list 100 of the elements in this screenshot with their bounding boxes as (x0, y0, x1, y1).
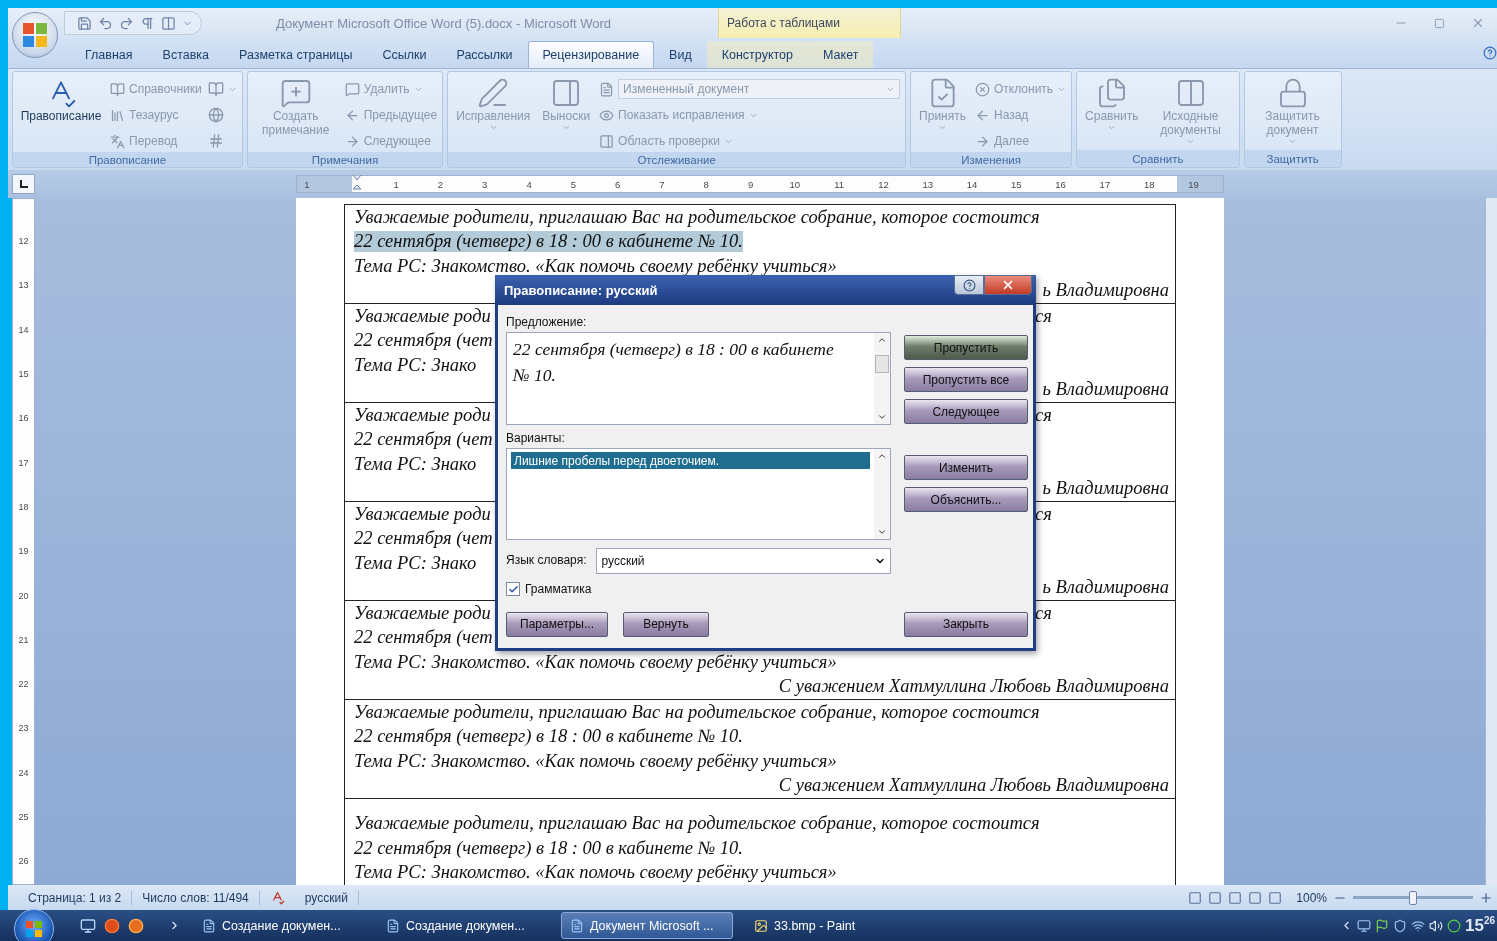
document-text: 22 сентября (чет (354, 528, 493, 550)
scroll-thumb[interactable] (875, 354, 889, 373)
zoom-percent[interactable]: 100% (1296, 890, 1327, 905)
document-text: 22 сентября (четверг) в 18 : 00 в кабинете № 10. (354, 231, 743, 253)
columns-icon[interactable] (161, 15, 176, 31)
ruler-number: 11 (833, 178, 846, 190)
ribbon-tab[interactable]: Главная (70, 41, 148, 68)
indent-marker-icon[interactable] (351, 175, 362, 191)
view-icon[interactable] (1208, 890, 1223, 905)
ruler-number: 26 (17, 855, 30, 869)
caret-icon (488, 123, 498, 132)
scrollbar[interactable] (874, 449, 890, 539)
ruler-number: 14 (17, 323, 30, 337)
dialog-button[interactable]: Пропустить (904, 335, 1028, 360)
dialog-title: Правописание: русский (504, 282, 658, 298)
dialog-button[interactable]: Закрыть (904, 611, 1028, 637)
sentence-box[interactable]: 22 сентября (четверг) в 18 : 00 в кабинете № 10. (506, 332, 891, 425)
book-icon (110, 81, 125, 97)
ruler-number: 25 (17, 811, 30, 824)
caret-icon (1186, 137, 1196, 146)
wifi-icon[interactable] (1410, 918, 1425, 933)
document-icon (599, 81, 615, 97)
volume-icon[interactable] (1428, 918, 1443, 933)
document-text: Тема РС: Знакомство. «Как помочь своему ребёнку учиться» (354, 862, 837, 884)
grammar-checkbox[interactable] (506, 582, 520, 596)
ruler-number: 7 (658, 178, 666, 190)
pilcrow-icon[interactable] (140, 15, 155, 31)
shield-icon[interactable] (1392, 918, 1407, 933)
close-icon[interactable] (1471, 16, 1485, 30)
page-count[interactable]: Страница: 1 из 2 (18, 890, 133, 905)
context-tab-group: Работа с таблицами (718, 8, 901, 38)
ribbon-tab[interactable]: Вставка (147, 41, 225, 68)
arrow-up-icon (877, 335, 887, 345)
document-text: ся (1035, 503, 1052, 525)
maximize-icon[interactable] (1434, 17, 1445, 29)
document-text: 22 сентября (четверг) в 18 : 00 в кабинете № 10. (354, 726, 743, 748)
ruler-number: 19 (17, 545, 30, 559)
dialog-button[interactable]: Параметры... (506, 611, 608, 637)
ribbon-tab[interactable]: Вид (654, 41, 707, 68)
window-title: Документ Microsoft Office Word (5).docx - Microsoft Word (276, 15, 613, 31)
view-icon[interactable] (1268, 890, 1283, 905)
ruler-number: 24 (17, 766, 30, 780)
scrollbar[interactable] (874, 333, 890, 424)
ruler-number: 13 (17, 279, 30, 293)
ribbon-tab[interactable]: Ссылки (367, 41, 442, 68)
language-indicator[interactable]: русский (294, 890, 359, 905)
close-button[interactable] (984, 275, 1032, 295)
view-icon[interactable] (1248, 890, 1263, 905)
slider-thumb[interactable] (1409, 890, 1417, 905)
dialog-button[interactable]: Пропустить все (904, 367, 1028, 392)
caret-icon (938, 123, 948, 132)
ruler-number: 2 (436, 178, 445, 190)
taskbar-button[interactable]: Создание докумен... (193, 912, 365, 939)
ribbon-button[interactable]: Правописание (18, 75, 104, 152)
ruler-number: 12 (877, 178, 890, 190)
zoom-in-icon[interactable] (1479, 890, 1493, 905)
undo-icon[interactable] (98, 15, 113, 31)
translate-icon (110, 133, 125, 149)
view-icon[interactable] (1188, 890, 1203, 905)
help-button[interactable] (954, 275, 984, 295)
document-text: 22 сентября (чет (354, 429, 493, 451)
flag-icon[interactable] (1374, 918, 1389, 933)
ribbon-tab[interactable]: Разметка страницы (224, 41, 368, 68)
ribbon-tab[interactable]: Рецензирование (527, 41, 655, 68)
dialog-button[interactable]: Вернуть (623, 611, 709, 637)
language-select[interactable]: русский (596, 548, 891, 574)
taskbar-button[interactable]: Создание докумен... (377, 912, 549, 939)
save-icon[interactable] (77, 15, 92, 31)
suggestions-list[interactable]: Лишние пробелы перед двоеточием. (506, 448, 891, 540)
dialog-button[interactable]: Изменить (904, 455, 1028, 480)
signature-text: ь Владимировна (1042, 379, 1169, 401)
dialog-button[interactable]: Объяснить... (904, 487, 1028, 512)
document-text: Тема РС: Знакомство. «Как помочь своему ребёнку учиться» (354, 750, 837, 772)
ruler-number: 6 (614, 178, 622, 190)
clock[interactable]: 15$^{26}$ (1464, 915, 1495, 936)
word-count[interactable]: Число слов: 11/494 (132, 890, 260, 905)
horizontal-ruler[interactable]: 1 1 2 3 4 5 6 7 8 9 10 11 12 13 14 15 16 17 18 19 (296, 175, 1224, 193)
signature-text: С уважением Хатмуллина Любовь Владимировна (778, 775, 1169, 797)
desktop-icon[interactable] (80, 917, 96, 934)
ruler-number: 3 (481, 178, 489, 190)
globe-icon (207, 107, 224, 123)
tab-stop-button[interactable] (12, 174, 35, 194)
ribbon-tab[interactable]: Рассылки (441, 41, 528, 68)
view-icon[interactable] (1228, 890, 1243, 905)
help-icon[interactable] (1483, 46, 1497, 60)
group-label: Примечания (247, 152, 443, 167)
redo-icon[interactable] (119, 15, 134, 31)
vertical-scrollbar[interactable] (1485, 198, 1497, 885)
taskbar-button[interactable]: Документ Microsoft ... (561, 912, 733, 939)
taskbar-button[interactable]: 33.bmp - Paint (745, 912, 917, 939)
office-button[interactable] (12, 12, 58, 58)
ribbon-tab[interactable]: Макет (808, 41, 874, 68)
caret-icon (1107, 123, 1117, 132)
document-text: Уважаемые роди (354, 602, 491, 624)
group-label: Защитить (1244, 150, 1341, 167)
ribbon-tab[interactable]: Конструктор (706, 41, 808, 68)
start-button[interactable] (14, 908, 54, 941)
signature-text: ь Владимировна (1042, 577, 1169, 599)
suggestion-item[interactable]: Лишние пробелы перед двоеточием. (511, 452, 870, 469)
dialog-button[interactable]: Следующее (904, 399, 1028, 424)
